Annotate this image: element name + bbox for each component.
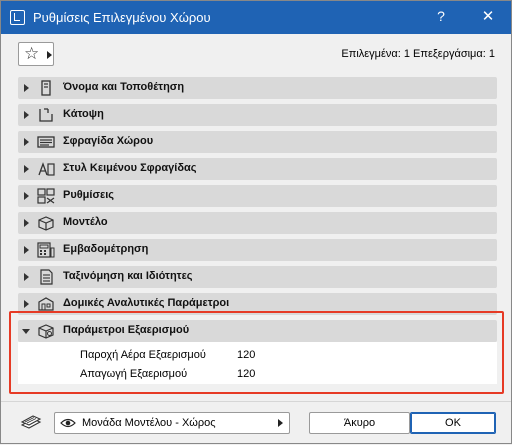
- panel-label: Κάτοψη: [63, 108, 104, 120]
- dialog-footer: Μονάδα Μοντέλου - Χώρος Άκυρο OK: [1, 401, 511, 445]
- expand-arrow-icon[interactable]: [24, 273, 29, 281]
- area-calc-icon: [37, 242, 55, 258]
- panel-label: Δομικές Αναλυτικές Παράμετροι: [63, 297, 230, 309]
- ventilation-parameters-body: Παροχή Αέρα Εξαερισμού 120 Απαγωγή Εξαερ…: [18, 342, 497, 384]
- parameter-name: Παροχή Αέρα Εξαερισμού: [80, 349, 206, 361]
- toolbar-row: ☆ Επιλεγμένα: 1 Επεξεργάσιμα: 1: [1, 42, 511, 68]
- panel-ventilation-parameters[interactable]: Παράμετροι Εξαερισμού: [18, 320, 497, 342]
- expand-arrow-icon[interactable]: [24, 111, 29, 119]
- classification-icon: [40, 269, 53, 285]
- app-icon: [10, 10, 25, 25]
- panel-stamp-text-style[interactable]: Στυλ Κειμένου Σφραγίδας: [18, 158, 497, 180]
- panel-floor-plan[interactable]: Κάτοψη: [18, 104, 497, 126]
- panel-label: Σφραγίδα Χώρου: [63, 135, 154, 147]
- panel-label: Ταξινόμηση και Ιδιότητες: [63, 270, 193, 282]
- panel-label: Μοντέλο: [63, 216, 108, 228]
- parameter-row[interactable]: Παροχή Αέρα Εξαερισμού 120: [80, 349, 255, 361]
- panel-list: Όνομα και Τοποθέτηση Κάτοψη Σφραγίδα Χώρ…: [18, 77, 497, 384]
- zone-settings-dialog: Ρυθμίσεις Επιλεγμένου Χώρου ? ✕ ☆ Επιλεγ…: [0, 0, 512, 444]
- star-icon: ☆: [24, 44, 40, 63]
- panel-label: Ρυθμίσεις: [63, 189, 114, 201]
- panel-model[interactable]: Μοντέλο: [18, 212, 497, 234]
- window-title: Ρυθμίσεις Επιλεγμένου Χώρου: [33, 10, 211, 25]
- panel-settings[interactable]: Ρυθμίσεις: [18, 185, 497, 207]
- favorites-button[interactable]: ☆: [18, 42, 54, 66]
- panel-structural-analytical-parameters[interactable]: Δομικές Αναλυτικές Παράμετροι: [18, 293, 497, 315]
- panel-classification-properties[interactable]: Ταξινόμηση και Ιδιότητες: [18, 266, 497, 288]
- expand-arrow-icon[interactable]: [24, 138, 29, 146]
- zone-stamp-icon: [37, 136, 55, 148]
- ok-button[interactable]: OK: [410, 412, 496, 434]
- chevron-right-icon: [278, 419, 283, 427]
- expand-arrow-icon[interactable]: [24, 165, 29, 173]
- expand-arrow-icon[interactable]: [24, 84, 29, 92]
- close-button[interactable]: ✕: [479, 7, 497, 27]
- parameter-name: Απαγωγή Εξαερισμού: [80, 368, 188, 380]
- parameter-value[interactable]: 120: [237, 349, 255, 361]
- title-bar: Ρυθμίσεις Επιλεγμένου Χώρου ? ✕: [1, 1, 511, 34]
- expand-arrow-icon[interactable]: [24, 219, 29, 227]
- parameter-row[interactable]: Απαγωγή Εξαερισμού 120: [80, 368, 255, 380]
- chevron-right-icon: [47, 51, 52, 59]
- expand-arrow-icon[interactable]: [24, 192, 29, 200]
- floor-plan-icon: [39, 108, 53, 122]
- help-button[interactable]: ?: [433, 8, 449, 26]
- name-tag-icon: [41, 80, 51, 96]
- panel-label: Όνομα και Τοποθέτηση: [63, 81, 185, 93]
- cancel-button[interactable]: Άκυρο: [309, 412, 410, 434]
- text-style-icon: [38, 162, 55, 176]
- parameter-value[interactable]: 120: [237, 368, 255, 380]
- model-view-label: Μονάδα Μοντέλου - Χώρος: [82, 417, 216, 429]
- model-view-select[interactable]: Μονάδα Μοντέλου - Χώρος: [54, 412, 290, 434]
- panel-label: Εμβαδομέτρηση: [63, 243, 149, 255]
- panel-zone-stamp[interactable]: Σφραγίδα Χώρου: [18, 131, 497, 153]
- structural-icon: [38, 297, 54, 311]
- panel-area-calculation[interactable]: Εμβαδομέτρηση: [18, 239, 497, 261]
- model-box-icon: [38, 216, 54, 231]
- ventilation-icon: [38, 324, 54, 339]
- panel-name-and-position[interactable]: Όνομα και Τοποθέτηση: [18, 77, 497, 99]
- expand-arrow-icon[interactable]: [24, 246, 29, 254]
- eye-icon: [60, 418, 76, 428]
- collapse-arrow-icon[interactable]: [22, 329, 30, 334]
- settings-grid-icon: [37, 188, 55, 204]
- layers-icon[interactable]: [20, 413, 42, 431]
- expand-arrow-icon[interactable]: [24, 300, 29, 308]
- panel-label: Παράμετροι Εξαερισμού: [63, 324, 190, 336]
- panel-label: Στυλ Κειμένου Σφραγίδας: [63, 162, 197, 174]
- selection-info: Επιλεγμένα: 1 Επεξεργάσιμα: 1: [341, 48, 495, 60]
